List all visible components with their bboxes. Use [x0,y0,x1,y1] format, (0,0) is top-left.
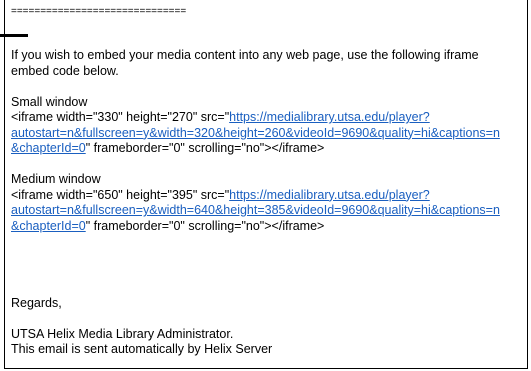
medium-player-link[interactable]: autostart=n&fullscreen=y&width=640&heigh… [11,203,500,217]
regards-text: Regards, [11,295,62,310]
signature-line: UTSA Helix Media Library Administrator. [11,326,234,341]
separator-line: ============================== [11,6,187,17]
medium-window-section: Medium window <iframe width="650" height… [11,172,526,234]
medium-embed-prefix: <iframe width="650" height="395" src=" [11,187,230,202]
small-embed-suffix: " frameborder="0" scrolling="no"></ifram… [85,141,325,155]
medium-embed-code-line: <iframe width="650" height="395" src="ht… [11,188,526,204]
medium-player-link[interactable]: &chapterId=0 [11,219,86,233]
small-player-link[interactable]: https://medialibrary.utsa.edu/player? [229,110,430,124]
medium-window-heading: Medium window [11,172,101,186]
small-embed-code-line: &chapterId=0" frameborder="0" scrolling=… [11,141,526,157]
signature-block: UTSA Helix Media Library Administrator. … [11,327,526,358]
small-player-link[interactable]: &chapterId=0 [11,141,86,155]
intro-line: embed code below. [11,63,119,78]
small-embed-prefix: <iframe width="330" height="270" src=" [11,110,230,124]
medium-embed-suffix: " frameborder="0" scrolling="no"></ifram… [85,218,325,233]
medium-player-link[interactable]: https://medialibrary.utsa.edu/player? [229,188,430,202]
intro-paragraph: If you wish to embed your media content … [11,48,526,79]
small-window-heading: Small window [11,94,88,109]
small-window-section: Small window <iframe width="330" height=… [11,95,526,157]
email-body: ============================== If you wi… [11,6,526,358]
medium-embed-code-line: &chapterId=0" frameborder="0" scrolling=… [11,219,526,235]
signature-line: This email is sent automatically by Heli… [11,342,273,356]
intro-line: If you wish to embed your media content … [11,48,479,62]
small-player-link[interactable]: autostart=n&fullscreen=y&width=320&heigh… [11,126,500,140]
small-embed-code-line: autostart=n&fullscreen=y&width=320&heigh… [11,126,526,142]
small-embed-code-line: <iframe width="330" height="270" src="ht… [11,110,526,126]
medium-embed-code-line: autostart=n&fullscreen=y&width=640&heigh… [11,203,526,219]
